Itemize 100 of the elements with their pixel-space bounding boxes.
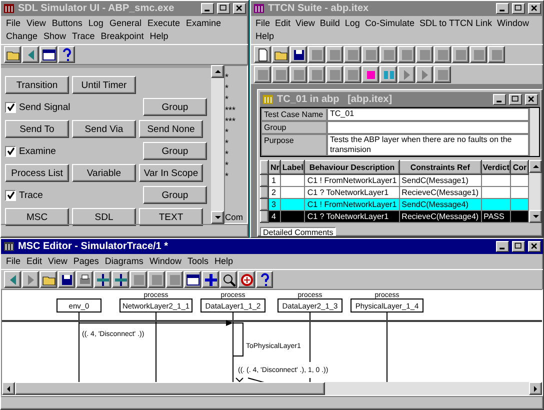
square-icon[interactable]	[166, 271, 183, 288]
command-button[interactable]: SDL	[72, 208, 136, 226]
close-icon[interactable]	[528, 241, 541, 252]
play-icon[interactable]	[22, 271, 39, 288]
menu-item[interactable]: Pages	[70, 255, 102, 268]
help-icon[interactable]	[58, 46, 75, 63]
command-button[interactable]: Var In Scope	[139, 164, 203, 182]
menu-item[interactable]: Trace	[69, 30, 98, 43]
play-icon[interactable]	[398, 66, 415, 83]
play-icon[interactable]	[416, 66, 433, 83]
command-button[interactable]: Until Timer	[72, 76, 136, 94]
menu-item[interactable]: General	[106, 17, 144, 30]
square-icon[interactable]	[290, 66, 307, 83]
menu-item[interactable]: File	[253, 17, 273, 30]
scrollbar[interactable]	[2, 382, 542, 395]
menu-item[interactable]: Buttons	[48, 17, 86, 30]
menu-item[interactable]: Log	[85, 17, 106, 30]
close-icon[interactable]	[525, 94, 538, 105]
command-button[interactable]: Send To	[5, 120, 69, 138]
menu-item[interactable]: Co-Simulate	[362, 17, 417, 30]
menu-item[interactable]: Edit	[24, 255, 46, 268]
menu-item[interactable]: Diagrams	[102, 255, 146, 268]
command-button[interactable]: MSC	[5, 208, 69, 226]
square-icon[interactable]	[344, 66, 361, 83]
square-icon[interactable]	[130, 271, 147, 288]
menu-item[interactable]: Log	[342, 17, 362, 30]
command-button[interactable]: TEXT	[139, 208, 203, 226]
move-icon[interactable]	[202, 271, 219, 288]
page-icon[interactable]	[254, 46, 271, 63]
field-value[interactable]	[327, 121, 529, 134]
command-button[interactable]: Send None	[139, 120, 203, 138]
menu-item[interactable]: File	[3, 17, 24, 30]
table-row[interactable]: 2 C1 ? ToNetworkLayer1 RecieveC(Message1)	[260, 186, 528, 198]
split-icon[interactable]	[112, 271, 129, 288]
column-header[interactable]: Constraints Ref	[399, 160, 482, 174]
column-header[interactable]: Label	[280, 160, 305, 174]
menu-item[interactable]: Help	[146, 30, 172, 43]
group-button[interactable]: Group	[143, 98, 207, 116]
field-value[interactable]: Tests the ABP layer when there are no faults on the transmision	[327, 134, 529, 156]
folder-icon[interactable]	[4, 46, 21, 63]
scrollbar[interactable]	[529, 160, 540, 223]
window-icon[interactable]	[40, 46, 57, 63]
column-header[interactable]: Cor	[510, 160, 528, 174]
help-icon[interactable]	[256, 271, 273, 288]
menu-item[interactable]: Build	[317, 17, 342, 30]
minimize-icon[interactable]	[493, 94, 506, 105]
column-header[interactable]: Behaviour Description	[304, 160, 400, 174]
table-row[interactable]: 1 C1 ! FromNetworkLayer1 SendC(Message1)	[260, 174, 528, 186]
menu-item[interactable]: View	[293, 17, 318, 30]
stop-icon[interactable]	[362, 66, 379, 83]
close-icon[interactable]	[233, 3, 246, 14]
scrollbar-thumb[interactable]	[15, 382, 325, 395]
minimize-icon[interactable]	[496, 3, 509, 14]
square-icon[interactable]	[272, 66, 289, 83]
square-icon[interactable]	[488, 46, 505, 63]
menu-item[interactable]: Change	[3, 30, 41, 43]
menu-item[interactable]: Execute	[144, 17, 183, 30]
square-icon[interactable]	[308, 66, 325, 83]
menu-item[interactable]: File	[3, 255, 24, 268]
square-icon[interactable]	[452, 46, 469, 63]
back-icon[interactable]	[4, 271, 21, 288]
square-icon[interactable]	[398, 46, 415, 63]
checkbox[interactable]	[5, 190, 16, 200]
folder-icon[interactable]	[40, 271, 57, 288]
split-icon[interactable]	[94, 271, 111, 288]
menu-item[interactable]: Show	[40, 30, 70, 43]
group-button[interactable]: Group	[143, 142, 207, 160]
scrollbar[interactable]	[529, 108, 539, 156]
group-button[interactable]: Group	[143, 186, 207, 204]
maximize-icon[interactable]	[512, 241, 525, 252]
menu-item[interactable]: Help	[211, 255, 236, 268]
folder-icon[interactable]	[272, 46, 289, 63]
column-header[interactable]: Verdict	[481, 160, 511, 174]
window-icon[interactable]	[184, 271, 201, 288]
square-icon[interactable]	[308, 46, 325, 63]
square-icon[interactable]	[470, 46, 487, 63]
table-row[interactable]: 4 C1 ? ToNetworkLayer1 RecieveC(Message4) PASS	[260, 210, 528, 222]
command-button[interactable]: Variable	[72, 164, 136, 182]
menu-item[interactable]: View	[24, 17, 49, 30]
checkbox[interactable]	[5, 102, 16, 112]
zoom-icon[interactable]	[220, 271, 237, 288]
checkbox[interactable]	[5, 146, 16, 156]
table-row[interactable]: 3 C1 ! FromNetworkLayer1 SendC(Message4)	[260, 198, 528, 210]
maximize-icon[interactable]	[217, 3, 230, 14]
save-icon[interactable]	[290, 46, 307, 63]
menu-item[interactable]: Examine	[183, 17, 224, 30]
pause-icon[interactable]	[380, 66, 397, 83]
menu-item[interactable]: Window	[494, 17, 532, 30]
menu-item[interactable]: Edit	[272, 17, 294, 30]
square-icon[interactable]	[416, 46, 433, 63]
maximize-icon[interactable]	[512, 3, 525, 14]
menu-item[interactable]: Window	[146, 255, 184, 268]
close-icon[interactable]	[528, 3, 541, 14]
square-icon[interactable]	[344, 46, 361, 63]
square-icon[interactable]	[254, 66, 271, 83]
minimize-icon[interactable]	[496, 241, 509, 252]
printer-icon[interactable]	[76, 271, 93, 288]
command-button[interactable]: Transition	[5, 76, 69, 94]
maximize-icon[interactable]	[509, 94, 522, 105]
scrollbar[interactable]	[211, 65, 224, 224]
